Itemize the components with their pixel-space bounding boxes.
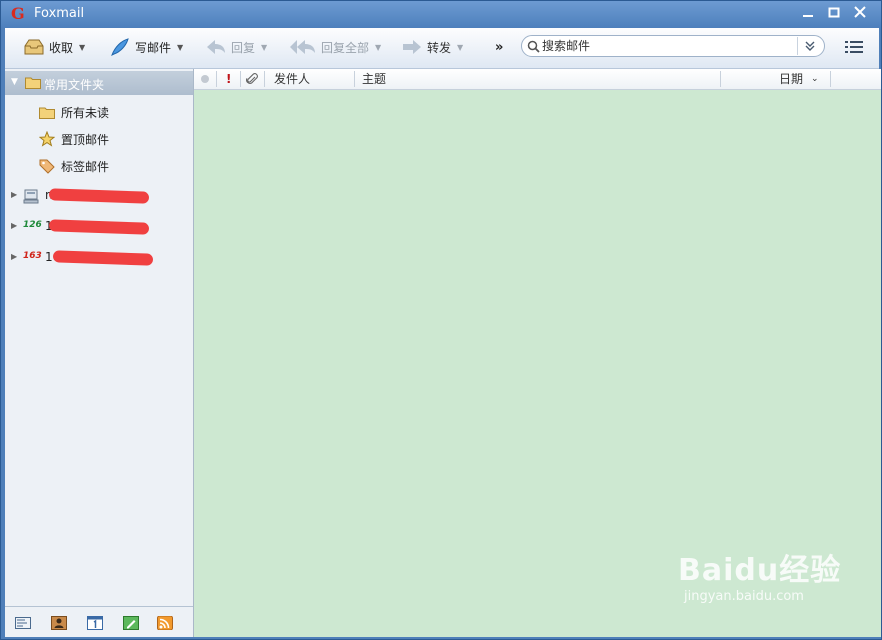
- calendar-icon[interactable]: [87, 616, 103, 630]
- column-divider: [354, 71, 355, 87]
- expand-triangle-icon[interactable]: ▶: [11, 221, 17, 230]
- expand-triangle-icon[interactable]: ▶: [11, 190, 17, 199]
- compose-label: 写邮件: [135, 40, 172, 55]
- search-box: [521, 35, 825, 57]
- column-divider: [264, 71, 265, 87]
- folder-label: 置顶邮件: [61, 132, 110, 147]
- watermark-url: jingyan.baidu.com: [684, 589, 804, 604]
- receive-label: 收取: [49, 40, 74, 55]
- reply-dropdown-icon[interactable]: ▼: [261, 43, 267, 52]
- attachment-column-icon[interactable]: [246, 71, 258, 87]
- compose-dropdown-icon[interactable]: ▼: [177, 43, 183, 52]
- contacts-icon[interactable]: [51, 616, 67, 630]
- reply-label: 回复: [231, 40, 256, 55]
- subject-column-header[interactable]: 主题: [362, 71, 386, 87]
- folder-label: 所有未读: [61, 105, 110, 120]
- receive-dropdown-icon[interactable]: ▼: [79, 43, 85, 52]
- baidu-watermark: Baidu经验 jingyan.baidu.com: [678, 545, 841, 604]
- account-126-badge-icon: 126: [23, 220, 42, 230]
- account-item[interactable]: ▶ 126 126: [11, 217, 191, 237]
- column-divider: [720, 71, 721, 87]
- forward-button[interactable]: 转发 ▼: [401, 36, 463, 58]
- expand-triangle-icon[interactable]: ▶: [11, 252, 17, 261]
- folder-pinned[interactable]: 置顶邮件: [39, 129, 109, 149]
- tag-icon: [39, 159, 55, 174]
- compose-button[interactable]: 写邮件 ▼: [109, 36, 183, 58]
- favorites-label: 常用文件夹: [44, 78, 105, 92]
- reply-button[interactable]: 回复 ▼: [205, 36, 267, 58]
- account-163-badge-icon: 163: [23, 251, 42, 261]
- receive-button[interactable]: 收取 ▼: [23, 36, 85, 58]
- column-divider: [216, 71, 217, 87]
- folder-icon: [39, 107, 55, 119]
- sort-descending-icon[interactable]: ⌄: [811, 71, 819, 87]
- main-menu-icon[interactable]: [845, 40, 863, 57]
- reply-all-label: 回复全部: [321, 40, 370, 55]
- folder-tagged[interactable]: 标签邮件: [39, 156, 109, 176]
- server-icon: [23, 189, 39, 204]
- favorites-header[interactable]: ▼ 常用文件夹: [5, 71, 193, 95]
- rss-icon[interactable]: [157, 616, 173, 630]
- redaction-mark: [48, 188, 150, 204]
- column-divider: [240, 71, 241, 87]
- feather-pen-icon: [111, 38, 129, 57]
- column-divider: [830, 71, 831, 87]
- forward-arrow-icon: [403, 40, 421, 54]
- folder-sidebar: ▼ 常用文件夹 所有未读 置顶邮件 标签邮件 ▶ ▶ 126 ▶ 163: [5, 69, 194, 637]
- read-status-column-icon[interactable]: [200, 71, 210, 87]
- foxmail-window: G Foxmail 收取 ▼ 写邮件 ▼ 回复 ▼ 回复全部 ▼ 转发 ▼ » …: [0, 0, 882, 640]
- sender-column-header[interactable]: 发件人: [274, 71, 310, 87]
- maximize-icon[interactable]: [823, 4, 845, 24]
- close-icon[interactable]: [849, 4, 871, 24]
- message-list-header: ! 发件人 主题 日期 ⌄: [194, 69, 881, 90]
- reply-arrow-icon: [207, 40, 225, 54]
- search-icon: [527, 40, 540, 53]
- toolbar: 收取 ▼ 写邮件 ▼ 回复 ▼ 回复全部 ▼ 转发 ▼ » 搜索邮件: [5, 28, 879, 69]
- reply-all-dropdown-icon[interactable]: ▼: [375, 43, 381, 52]
- collapse-triangle-icon[interactable]: ▼: [11, 77, 18, 87]
- folder-all-unread[interactable]: 所有未读: [39, 102, 109, 122]
- reply-all-arrow-icon: [290, 40, 315, 54]
- priority-column-icon[interactable]: !: [226, 71, 231, 87]
- account-item[interactable]: ▶ 163 163: [11, 248, 191, 268]
- minimize-icon[interactable]: [797, 4, 819, 24]
- message-list-pane[interactable]: ! 发件人 主题 日期 ⌄ Baidu经验 jingyan.baidu.com: [194, 69, 881, 637]
- forward-dropdown-icon[interactable]: ▼: [457, 43, 463, 52]
- folder-icon: [25, 77, 41, 89]
- star-icon: [39, 131, 55, 147]
- notes-icon[interactable]: [123, 616, 139, 630]
- search-options-icon[interactable]: [797, 37, 822, 55]
- foxmail-logo-icon: G: [11, 4, 25, 23]
- forward-label: 转发: [427, 40, 452, 55]
- window-title: Foxmail: [34, 6, 85, 21]
- search-input[interactable]: [542, 38, 792, 54]
- date-column-header[interactable]: 日期: [779, 71, 803, 87]
- watermark-brand: Baidu经验: [678, 553, 842, 588]
- sidebar-bottom-bar: [5, 606, 193, 637]
- account-item[interactable]: ▶ no: [11, 186, 191, 206]
- reply-all-button[interactable]: 回复全部 ▼: [289, 36, 381, 58]
- mail-icon[interactable]: [15, 616, 31, 630]
- inbox-tray-icon: [24, 39, 44, 55]
- folder-label: 标签邮件: [61, 159, 110, 174]
- title-bar: G Foxmail: [1, 1, 881, 28]
- more-actions-button[interactable]: »: [495, 40, 503, 55]
